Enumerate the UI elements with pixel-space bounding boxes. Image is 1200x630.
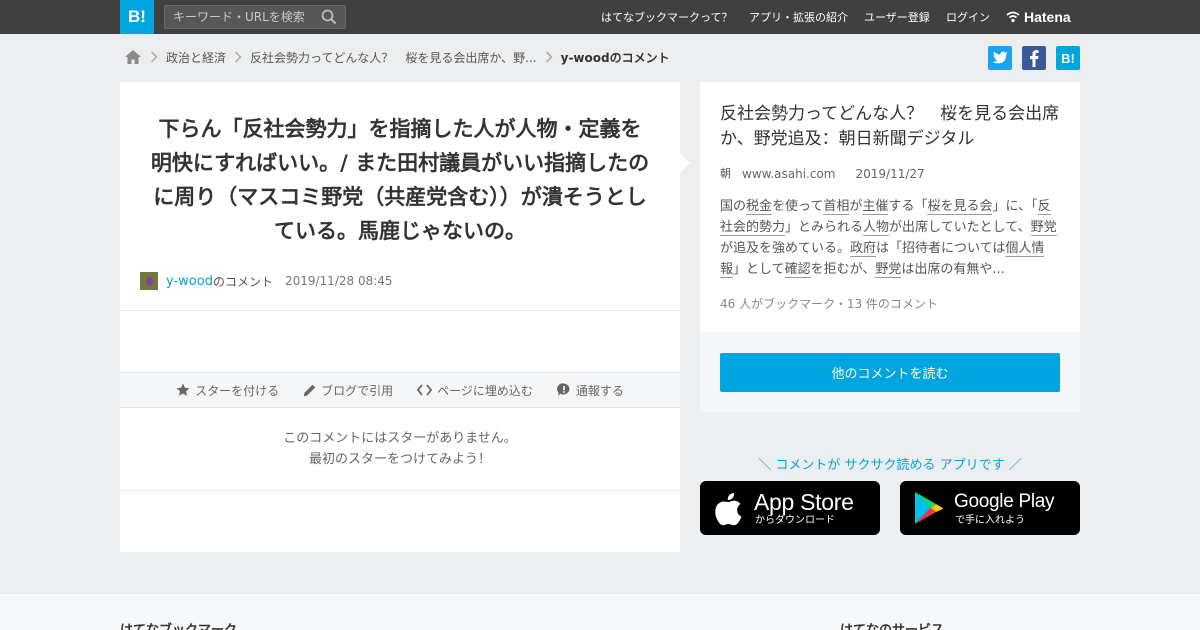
hatena-brand-link[interactable]: Hatena xyxy=(1006,0,1071,34)
app-promo-text: ＼ コメントが サクサク読める アプリです ／ xyxy=(758,458,1022,473)
entry-card: 反社会勢力ってどんな人？ 桜を見る会出席か、野党追及：朝日新聞デジタル 朝 ww… xyxy=(700,82,1080,332)
card-pointer xyxy=(680,153,690,173)
keyword-link[interactable]: 首相 xyxy=(823,199,850,215)
entry-card-footer: 他のコメントを読む xyxy=(700,332,1080,412)
nav-about[interactable]: はてなブックマークって？ xyxy=(601,0,732,34)
entry-title-link[interactable]: 反社会勢力ってどんな人？ 桜を見る会出席か、野党追及：朝日新聞デジタル xyxy=(720,102,1065,152)
app-store-badge[interactable]: App Store からダウンロード xyxy=(700,481,880,535)
star-icon xyxy=(176,383,190,396)
description-text: を使って xyxy=(772,199,824,214)
description-text: 国の xyxy=(720,199,747,214)
hatena-wifi-icon xyxy=(1006,11,1020,23)
entry-domain-link[interactable]: www.asahi.com xyxy=(742,167,836,181)
description-text: 」に、「 xyxy=(992,199,1038,214)
hatena-bookmark-logo[interactable]: B! xyxy=(120,0,154,34)
hatena-bookmark-share-button[interactable]: B! xyxy=(1056,46,1080,70)
search-box[interactable] xyxy=(164,5,346,29)
search-input[interactable] xyxy=(165,6,315,28)
site-footer: はてなブックマーク はてなのサービス xyxy=(0,593,1200,630)
chevron-right-icon xyxy=(150,51,158,63)
add-star-button[interactable]: スターを付ける xyxy=(176,382,279,399)
twitter-share-button[interactable] xyxy=(988,46,1012,70)
description-text: が xyxy=(849,199,863,214)
pencil-icon xyxy=(303,384,316,396)
breadcrumb-entry[interactable]: 反社会勢力ってどんな人？ 桜を見る会出席か、野... xyxy=(250,49,537,66)
breadcrumb-current: y-woodのコメント xyxy=(560,50,670,65)
hatena-brand-text: Hatena xyxy=(1024,9,1071,25)
embed-button[interactable]: ページに埋め込む xyxy=(417,382,533,399)
twitter-bird-icon xyxy=(992,51,1008,64)
keyword-link[interactable]: 野党 xyxy=(1030,220,1057,236)
facebook-share-button[interactable] xyxy=(1022,46,1046,70)
home-icon[interactable] xyxy=(124,49,142,65)
nav-register[interactable]: ユーザー登録 xyxy=(864,0,930,34)
comment-actions-bar: スターを付ける ブログで引用 ページに埋め込む 通報する xyxy=(120,372,680,408)
keyword-link[interactable]: 確認 xyxy=(784,262,811,278)
report-button[interactable]: 通報する xyxy=(556,382,624,399)
app-store-subtitle: からダウンロード xyxy=(755,514,835,526)
keyword-link[interactable]: 野党 xyxy=(875,262,902,278)
code-brackets-icon xyxy=(417,384,433,396)
comment-user-link[interactable]: y-wood xyxy=(166,274,213,289)
google-play-badge[interactable]: Google Play で手に入れよう xyxy=(900,481,1080,535)
divider xyxy=(120,490,680,491)
description-text: 」とみられる xyxy=(785,220,864,235)
app-store-title: App Store xyxy=(754,488,854,515)
report-speech-icon xyxy=(556,383,570,396)
description-text: は「招待者については xyxy=(876,241,1006,256)
google-play-subtitle: で手に入れよう xyxy=(955,514,1025,526)
no-star-message: このコメントにはスターがありません。 最初のスターをつけてみよう！ xyxy=(283,431,517,467)
bookmark-count[interactable]: 46 人がブックマーク・13 件のコメント xyxy=(720,295,938,312)
keyword-link[interactable]: 人物 xyxy=(863,220,890,236)
footer-heading-bookmark: はてなブックマーク xyxy=(120,619,237,630)
description-text: を拒むが、 xyxy=(810,262,876,277)
nav-login[interactable]: ログイン xyxy=(946,0,990,34)
description-text: 」として xyxy=(733,262,785,277)
comment-body: 下らん「反社会勢力」を指摘した人が人物・定義を明快にすればいい。/ また田村議員… xyxy=(150,117,650,243)
keyword-link[interactable]: 政府 xyxy=(850,241,877,257)
comment-meta: y-wood のコメント 2019/11/28 08:45 xyxy=(140,272,393,290)
comment-timestamp[interactable]: 2019/11/28 08:45 xyxy=(285,274,393,288)
read-other-comments-button[interactable]: 他のコメントを読む xyxy=(720,353,1060,392)
comment-card: 下らん「反社会勢力」を指摘した人が人物・定義を明快にすればいい。/ また田村議員… xyxy=(120,82,680,552)
search-icon[interactable] xyxy=(321,9,337,25)
facebook-f-icon xyxy=(1030,50,1039,67)
description-text: は出席の有無や... xyxy=(901,262,1005,277)
chevron-right-icon xyxy=(234,51,242,63)
keyword-link[interactable]: 主催 xyxy=(862,199,889,215)
top-header: B! はてなブックマークって？ アプリ・拡張の紹介 ユーザー登録 ログイン Ha… xyxy=(0,0,1200,34)
comment-suffix: のコメント xyxy=(212,274,273,289)
apple-icon xyxy=(715,493,742,526)
breadcrumb-category[interactable]: 政治と経済 xyxy=(166,49,226,66)
blog-quote-button[interactable]: ブログで引用 xyxy=(303,382,393,399)
avatar[interactable] xyxy=(140,272,158,290)
google-play-title: Google Play xyxy=(954,490,1055,512)
site-favicon: 朝 xyxy=(720,167,731,180)
entry-description: 国の税金を使って首相が主催する「桜を見る会」に、「反社会的勢力」とみられる人物が… xyxy=(720,196,1060,280)
keyword-link[interactable]: 税金 xyxy=(746,199,773,215)
keyword-link[interactable]: 桜を見る会 xyxy=(927,199,993,215)
entry-meta: 朝 www.asahi.com 2019/11/27 xyxy=(720,167,925,181)
footer-heading-services: はてなのサービス xyxy=(840,619,944,630)
google-play-icon xyxy=(915,492,943,524)
entry-date: 2019/11/27 xyxy=(855,167,925,181)
breadcrumb: 政治と経済 反社会勢力ってどんな人？ 桜を見る会出席か、野... y-woodの… xyxy=(124,46,670,68)
divider xyxy=(120,310,680,311)
description-text: が追及を強めている。 xyxy=(720,241,851,256)
nav-apps[interactable]: アプリ・拡張の紹介 xyxy=(749,0,848,34)
description-text: する「 xyxy=(888,199,928,214)
chevron-right-icon xyxy=(545,51,553,63)
description-text: が出席していたとして、 xyxy=(889,220,1031,235)
